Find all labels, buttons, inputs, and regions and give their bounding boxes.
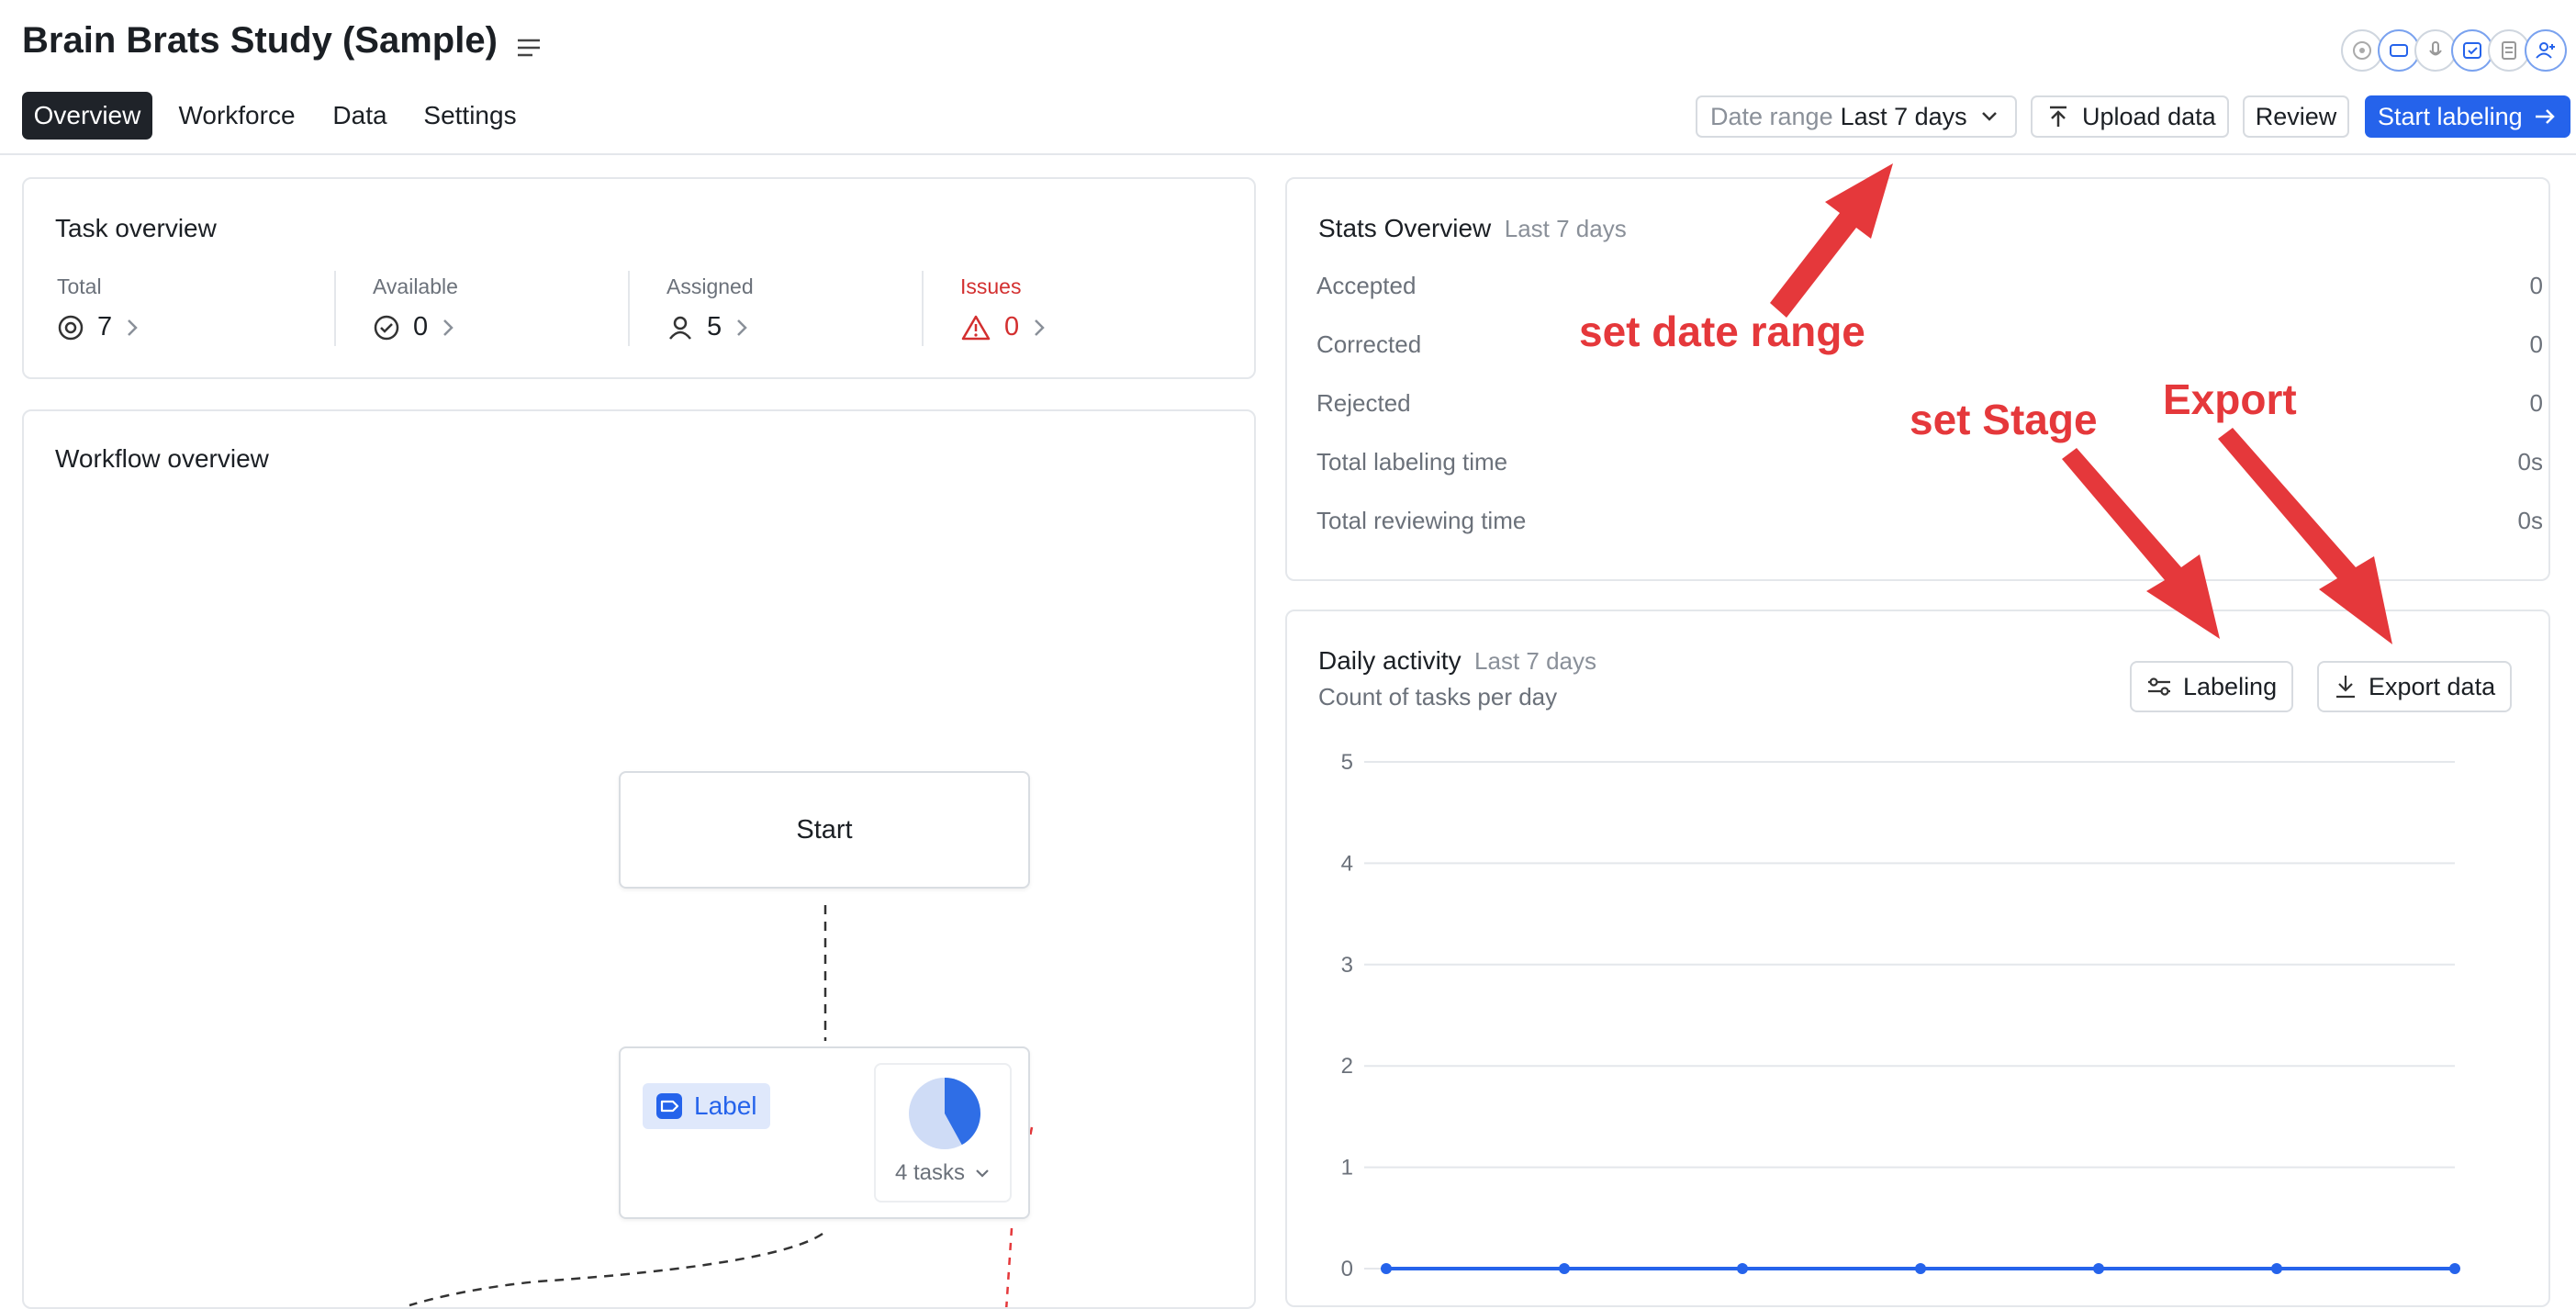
connector-label-next <box>409 1232 823 1307</box>
add-user-icon[interactable] <box>2525 29 2567 72</box>
header-divider <box>0 153 2576 155</box>
stat-reviewing-time-label: Total reviewing time <box>1316 507 1527 534</box>
stat-reviewing-time-value: 0s <box>2517 507 2543 534</box>
annotation-export: Export <box>2163 375 2297 423</box>
upload-icon <box>2050 106 2066 127</box>
label-stage-icon <box>656 1093 682 1119</box>
warning-icon <box>961 315 991 340</box>
stat-labeling-time-value: 0s <box>2517 448 2543 475</box>
stage-progress-panel[interactable]: 4 tasks <box>874 1063 1012 1203</box>
stat-issues[interactable]: Issues 0 <box>960 274 1047 342</box>
data-point[interactable] <box>2449 1263 2460 1274</box>
stats-overview-title: Stats Overview <box>1318 214 1492 242</box>
daily-activity-card: Daily activity Last 7 days Count of task… <box>1285 610 2550 1307</box>
chevron-right-icon <box>128 319 138 336</box>
stage-chip: Label <box>643 1083 770 1129</box>
stat-corrected-label: Corrected <box>1316 330 1422 358</box>
data-point[interactable] <box>1559 1263 1570 1274</box>
tasks-count-label: 4 tasks <box>894 1160 966 1185</box>
daily-activity-chart: 0 1 2 3 4 5 <box>1341 750 2460 1281</box>
chevron-right-icon <box>1035 319 1045 336</box>
stat-accepted-value: 0 <box>2529 272 2543 299</box>
stat-total[interactable]: Total 7 <box>57 274 140 342</box>
data-point[interactable] <box>2271 1263 2282 1274</box>
chevron-down-icon <box>1981 112 1997 121</box>
data-point[interactable] <box>2093 1263 2104 1274</box>
tab-settings[interactable]: Settings <box>413 92 527 140</box>
stats-overview-subtitle: Last 7 days <box>1504 215 1627 242</box>
review-button[interactable]: Review <box>2243 95 2349 138</box>
task-overview-title: Task overview <box>55 214 217 242</box>
stat-issues-value: 0 <box>1004 312 1020 341</box>
stat-divider <box>334 271 336 346</box>
task-overview-card: Task overview Total 7 Available 0 Assign… <box>22 177 1256 379</box>
collaborator-avatars <box>2341 29 2570 75</box>
workflow-label-node[interactable]: Label 4 tasks <box>619 1046 1030 1219</box>
connector-issue <box>1005 1227 1014 1307</box>
data-point[interactable] <box>1915 1263 1926 1274</box>
page-title: Brain Brats Study (Sample) <box>22 20 498 61</box>
stat-total-value: 7 <box>97 312 113 341</box>
tab-overview[interactable]: Overview <box>22 92 152 140</box>
connector-issue-top <box>1028 1126 1034 1137</box>
tasks-count: 4 tasks <box>876 1160 1010 1186</box>
chevron-down-icon <box>976 1169 989 1178</box>
upload-data-button[interactable]: Upload data <box>2031 95 2229 138</box>
target-icon <box>58 315 84 340</box>
date-range-value: Last 7 days <box>1840 102 1967 130</box>
chevron-right-icon <box>737 319 747 336</box>
y-tick-label: 3 <box>1341 953 1353 978</box>
stat-assigned-value: 5 <box>707 312 722 341</box>
stat-assigned-label: Assigned <box>666 274 754 298</box>
start-labeling-label: Start labeling <box>2378 102 2523 130</box>
progress-pie <box>909 1078 980 1149</box>
stat-total-label: Total <box>57 274 102 298</box>
arrow-right-icon <box>2535 109 2555 124</box>
upload-data-label: Upload data <box>2082 102 2216 130</box>
annotation-stage: set Stage <box>1910 396 2098 443</box>
stat-accepted-label: Accepted <box>1316 272 1417 299</box>
stat-corrected-value: 0 <box>2529 330 2543 358</box>
stat-divider <box>628 271 630 346</box>
check-circle-icon <box>374 315 399 340</box>
menu-icon[interactable] <box>514 35 543 61</box>
stat-divider <box>922 271 924 346</box>
stat-rejected-label: Rejected <box>1316 389 1411 417</box>
stat-assigned[interactable]: Assigned 5 <box>666 274 754 342</box>
data-point[interactable] <box>1737 1263 1748 1274</box>
y-tick-label: 2 <box>1341 1054 1353 1079</box>
y-tick-label: 5 <box>1341 750 1353 775</box>
y-tick-label: 0 <box>1341 1257 1353 1281</box>
stat-rejected-value: 0 <box>2529 389 2543 417</box>
stat-available-label: Available <box>373 274 458 298</box>
chevron-right-icon <box>443 319 454 336</box>
date-range-select[interactable]: Date range Last 7 days <box>1696 95 2017 138</box>
workflow-start-node[interactable]: Start <box>619 771 1030 889</box>
y-tick-label: 1 <box>1341 1156 1353 1180</box>
stage-chip-label: Label <box>694 1091 757 1120</box>
stat-labeling-time-label: Total labeling time <box>1316 448 1508 475</box>
stat-available[interactable]: Available 0 <box>373 274 458 342</box>
tab-data[interactable]: Data <box>323 92 397 140</box>
date-range-label: Date range <box>1710 102 1833 130</box>
workflow-overview-card: Workflow overview Start Label 4 tasks <box>22 409 1256 1309</box>
data-point[interactable] <box>1381 1263 1392 1274</box>
y-tick-label: 4 <box>1341 851 1353 876</box>
stat-available-value: 0 <box>413 312 429 341</box>
stat-issues-label: Issues <box>960 274 1022 298</box>
tab-workforce[interactable]: Workforce <box>167 92 307 140</box>
stats-overview-header: Stats Overview Last 7 days <box>1318 214 1627 243</box>
user-icon <box>669 316 691 340</box>
annotation-date-range: set date range <box>1579 308 1865 355</box>
start-labeling-button[interactable]: Start labeling <box>2365 95 2570 138</box>
